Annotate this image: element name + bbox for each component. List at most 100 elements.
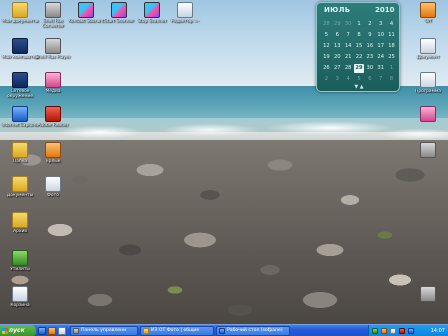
desktop[interactable]: Мои документы Shell Rus Converter Kontak… xyxy=(0,0,448,324)
calendar-day[interactable]: 26 xyxy=(321,64,332,73)
shell-rus-player-icon[interactable]: Shell Rus Player xyxy=(33,38,73,60)
network-status-icon[interactable] xyxy=(372,328,378,334)
control-panel-icon xyxy=(73,328,79,334)
app-icon xyxy=(420,2,436,18)
alert-icon[interactable] xyxy=(399,328,405,334)
calendar-day[interactable]: 15 xyxy=(354,42,365,51)
calendar-day[interactable]: 19 xyxy=(321,53,332,62)
right-4-icon[interactable] xyxy=(408,106,448,123)
calendar-day[interactable]: 18 xyxy=(386,42,397,51)
calendar-day[interactable]: 5 xyxy=(354,75,365,84)
quick-launch xyxy=(38,327,68,335)
task-control-panel[interactable]: Панель управлени xyxy=(70,326,138,336)
ie-icon xyxy=(12,106,28,122)
calendar-day[interactable]: 29 xyxy=(332,20,343,29)
wallpaper-pebbles xyxy=(0,140,448,324)
calendar-day[interactable]: 9 xyxy=(364,31,375,40)
start-label: пуск xyxy=(9,327,25,334)
shortcut-1-icon[interactable]: Ярлык xyxy=(33,142,73,164)
right-top-icon[interactable]: Orf xyxy=(408,2,448,24)
calendar-day[interactable]: 28 xyxy=(321,20,332,29)
calendar-day[interactable]: 7 xyxy=(375,75,386,84)
antivirus-icon[interactable] xyxy=(381,328,387,334)
calendar-header: ИЮЛЬ 2010 xyxy=(317,6,401,16)
calendar-day[interactable]: 6 xyxy=(332,31,343,40)
ie-icon[interactable] xyxy=(38,327,46,335)
clock[interactable]: 14:07 xyxy=(431,325,445,336)
app-icon xyxy=(420,286,436,302)
task-label: ИЗ ОТ Фото | общие xyxy=(151,328,200,333)
app-icon xyxy=(45,2,61,18)
calendar-day[interactable]: 10 xyxy=(375,31,386,40)
calendar-day[interactable]: 2 xyxy=(364,20,375,29)
calendar-day[interactable]: 4 xyxy=(343,75,354,84)
tool-icon xyxy=(12,250,28,266)
calendar-month: ИЮЛЬ xyxy=(324,6,351,14)
calendar-nav[interactable]: ▼ ▲ xyxy=(317,84,401,90)
calendar-grid: 28 29 30 1 2 3 4 5 6 7 8 9 10 11 12 13 14 15 16 17 18 19 20 21 2… xyxy=(321,20,397,84)
language-icon[interactable] xyxy=(408,328,414,334)
calendar-day[interactable]: 3 xyxy=(375,20,386,29)
editor-icon[interactable]: Редактор =- xyxy=(165,2,205,24)
calendar-day[interactable]: 13 xyxy=(332,42,343,51)
recycle-bin-icon[interactable]: Корзина xyxy=(0,286,40,308)
right-2-icon[interactable]: Документ xyxy=(408,38,448,60)
start-button[interactable]: пуск xyxy=(0,325,36,336)
calendar-day[interactable]: 20 xyxy=(332,53,343,62)
calendar-day[interactable]: 7 xyxy=(343,31,354,40)
task-label: Рабочий стол (sofpane) xyxy=(227,328,283,333)
pdf-icon xyxy=(45,106,61,122)
calendar-day[interactable]: 24 xyxy=(375,53,386,62)
photo-icon[interactable]: Фото xyxy=(33,176,73,198)
utility-icon[interactable]: Утилиты xyxy=(0,250,40,272)
calendar-day[interactable]: 28 xyxy=(343,64,354,73)
app-icon xyxy=(45,38,61,54)
right-6-icon[interactable] xyxy=(408,286,448,303)
folder-icon xyxy=(12,2,28,18)
calendar-day[interactable]: 14 xyxy=(343,42,354,51)
task-desktop[interactable]: Рабочий стол (sofpane) xyxy=(216,326,290,336)
calendar-day[interactable]: 12 xyxy=(321,42,332,51)
trash-icon xyxy=(12,286,28,302)
media-icon[interactable] xyxy=(48,327,56,335)
calendar-gadget[interactable]: ИЮЛЬ 2010 28 29 30 1 2 3 4 5 6 7 8 9 10 11 12 13 14 15 16 1… xyxy=(316,2,400,92)
avatar-icon xyxy=(420,106,436,122)
calendar-day[interactable]: 2 xyxy=(321,75,332,84)
right-3-icon[interactable]: Программа xyxy=(408,72,448,94)
calendar-day[interactable]: 3 xyxy=(332,75,343,84)
calendar-day[interactable]: 31 xyxy=(375,64,386,73)
calendar-day[interactable]: 1 xyxy=(354,20,365,29)
image-icon xyxy=(45,176,61,192)
calendar-day-today[interactable]: 29 xyxy=(353,64,365,73)
taskbar: пуск Панель управлени ИЗ ОТ Фото | общие… xyxy=(0,324,448,336)
window-icon xyxy=(219,328,225,334)
calendar-day[interactable]: 30 xyxy=(343,20,354,29)
calendar-day[interactable]: 1 xyxy=(386,64,397,73)
acrobat-reader-icon[interactable]: Adobe Reader xyxy=(33,106,73,128)
program-icon xyxy=(420,72,436,88)
folder-3-icon[interactable]: Архив xyxy=(0,212,40,234)
calendar-day[interactable]: 4 xyxy=(386,20,397,29)
calendar-day[interactable]: 16 xyxy=(364,42,375,51)
media-icon[interactable]: Медиа xyxy=(33,72,73,94)
calendar-day[interactable]: 27 xyxy=(332,64,343,73)
folder-icon xyxy=(12,176,28,192)
task-folder[interactable]: ИЗ ОТ Фото | общие xyxy=(140,326,214,336)
calendar-day[interactable]: 6 xyxy=(364,75,375,84)
calendar-day[interactable]: 8 xyxy=(354,31,365,40)
calendar-day[interactable]: 23 xyxy=(364,53,375,62)
calendar-day[interactable]: 11 xyxy=(386,31,397,40)
volume-icon[interactable] xyxy=(390,328,396,334)
right-5-icon[interactable] xyxy=(408,142,448,159)
calendar-day[interactable]: 30 xyxy=(364,64,375,73)
calendar-day[interactable]: 5 xyxy=(321,31,332,40)
calendar-day[interactable]: 8 xyxy=(386,75,397,84)
calendar-day[interactable]: 25 xyxy=(386,53,397,62)
calendar-day[interactable]: 22 xyxy=(354,53,365,62)
folder-icon xyxy=(12,142,28,158)
k-logo-icon xyxy=(78,2,94,18)
show-desktop-icon[interactable] xyxy=(58,327,66,335)
calendar-day[interactable]: 21 xyxy=(343,53,354,62)
calendar-day[interactable]: 17 xyxy=(375,42,386,51)
network-computers-icon xyxy=(12,72,28,88)
